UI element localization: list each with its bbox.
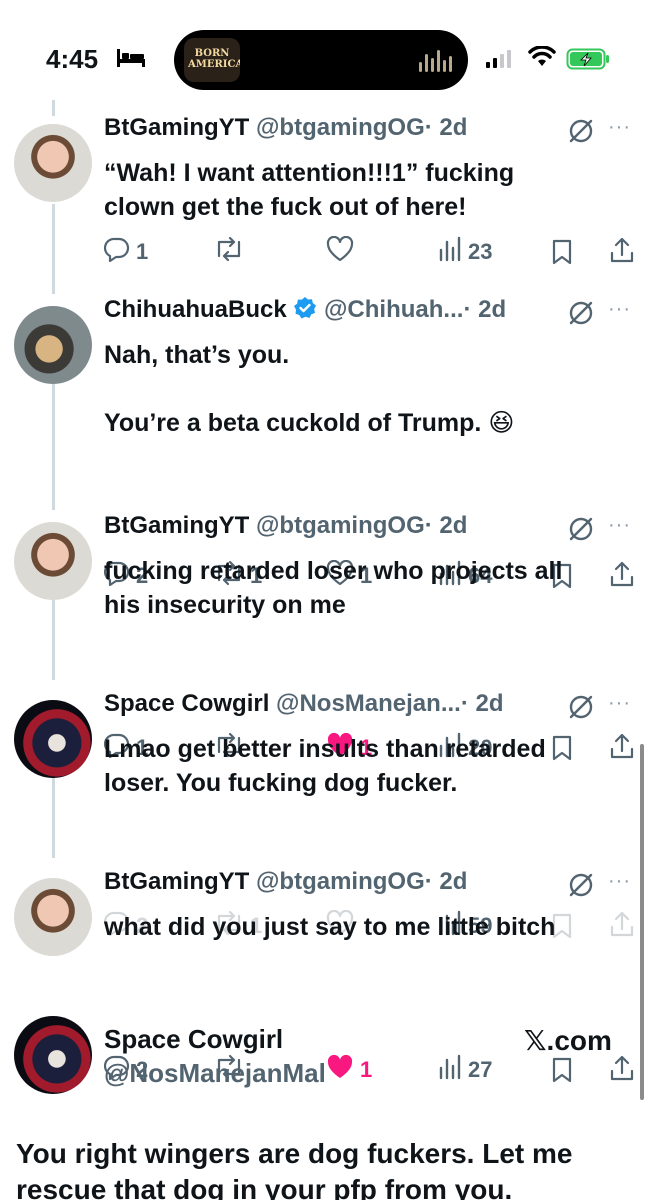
audio-waveform-icon: [419, 48, 452, 72]
card-post-text: You right wingers are dog fuckers. Let m…: [16, 1138, 573, 1200]
tweet-text: Lmao get better insults than retarded lo…: [104, 735, 546, 797]
tweet[interactable]: Space Cowgirl @NosManejan...· 2d ··· Lmao …: [0, 684, 649, 939]
author-handle[interactable]: @NosManejan...: [276, 690, 461, 717]
avatar[interactable]: [14, 124, 92, 202]
avatar[interactable]: [14, 700, 92, 778]
reply-count: 1: [136, 239, 149, 264]
like-icon: [326, 1054, 354, 1086]
post-time[interactable]: · 2d: [461, 690, 504, 717]
tweet-actions: 1 23: [103, 235, 636, 271]
x-watermark: 𝕏.com: [524, 1025, 612, 1056]
tweet-text: what did you just say to me little bitch: [104, 913, 556, 941]
scrollbar[interactable]: [640, 744, 644, 1100]
tweet-header: BtGamingYT @btgamingOG· 2d: [104, 114, 467, 142]
more-icon[interactable]: ···: [608, 870, 631, 893]
signal-icon: [486, 48, 511, 68]
more-icon[interactable]: ···: [608, 298, 631, 321]
repost-icon: [214, 236, 244, 268]
bookmark-icon[interactable]: [550, 1056, 574, 1089]
card-author-handle[interactable]: @NosManejanMal: [104, 1058, 326, 1089]
like-button[interactable]: 1: [326, 1054, 372, 1086]
avatar[interactable]: [14, 522, 92, 600]
bed-icon: [117, 49, 145, 67]
status-time: 4:45: [46, 44, 99, 74]
tweet[interactable]: BtGamingYT @btgamingOG· 2d ··· “Wah! I wan…: [0, 110, 649, 300]
tweet-header: BtGamingYT @btgamingOG· 2d: [104, 512, 467, 540]
tweet[interactable]: BtGamingYT @btgamingOG· 2d ··· what did yo…: [0, 862, 649, 1083]
dynamic-island[interactable]: BORN AMERICAN: [174, 30, 468, 90]
artwork-text: BORN AMERICAN: [188, 48, 240, 70]
post-time[interactable]: · 2d: [463, 296, 506, 323]
author-handle[interactable]: @btgamingOG: [256, 114, 425, 141]
bookmark-icon[interactable]: [550, 238, 574, 271]
grok-icon[interactable]: [566, 692, 596, 727]
tweet-text: “Wah! I want attention!!!1” fucking clow…: [104, 159, 515, 221]
views-button[interactable]: 23: [438, 236, 492, 268]
status-bar: 4:45 BORN AMERICAN: [0, 0, 649, 110]
author-handle[interactable]: @btgamingOG: [256, 512, 425, 539]
views-count: 27: [468, 1057, 493, 1082]
author-handle[interactable]: @Chihuah...: [324, 296, 463, 323]
tweet-text: fucking retarded loser who projects all …: [104, 557, 563, 619]
post-time[interactable]: · 2d: [425, 114, 468, 141]
like-count: 1: [360, 1057, 373, 1082]
author-name[interactable]: BtGamingYT: [104, 512, 249, 539]
tweet-text: Nah, that’s you. You’re a beta cuckold o…: [104, 341, 515, 437]
more-icon[interactable]: ···: [608, 692, 631, 715]
author-name[interactable]: BtGamingYT: [104, 868, 249, 895]
more-icon[interactable]: ···: [608, 514, 631, 537]
tweet[interactable]: BtGamingYT @btgamingOG· 2d ··· fucking ret…: [0, 506, 649, 761]
post-time[interactable]: · 2d: [425, 868, 468, 895]
card-author-name[interactable]: Space Cowgirl: [104, 1024, 283, 1055]
tweet-header: BtGamingYT @btgamingOG· 2d: [104, 868, 467, 896]
tweet-header: Space Cowgirl @NosManejan...· 2d: [104, 690, 504, 718]
share-icon[interactable]: [608, 1054, 636, 1087]
views-icon: [438, 236, 462, 268]
repost-button[interactable]: [214, 236, 250, 268]
author-name[interactable]: Space Cowgirl: [104, 690, 269, 717]
views-icon: [438, 1054, 462, 1086]
avatar[interactable]: [14, 306, 92, 384]
grok-icon[interactable]: [566, 298, 596, 333]
post-time[interactable]: · 2d: [425, 512, 468, 539]
views-count: 23: [468, 239, 493, 264]
like-icon: [326, 235, 354, 268]
tweet-header: ChihuahuaBuck @Chihuah...· 2d: [104, 296, 506, 324]
more-icon[interactable]: ···: [608, 116, 631, 139]
now-playing-artwork: BORN AMERICAN: [184, 38, 240, 82]
views-button[interactable]: 27: [438, 1054, 492, 1086]
grok-icon[interactable]: [566, 870, 596, 905]
author-name[interactable]: ChihuahuaBuck: [104, 296, 287, 323]
author-name[interactable]: BtGamingYT: [104, 114, 249, 141]
grok-icon[interactable]: [566, 514, 596, 549]
author-handle[interactable]: @btgamingOG: [256, 868, 425, 895]
like-button[interactable]: [326, 235, 360, 268]
avatar[interactable]: [14, 1016, 92, 1094]
reply-button[interactable]: 1: [103, 236, 149, 268]
grok-icon[interactable]: [566, 116, 596, 151]
wifi-icon: [528, 46, 556, 66]
tweet[interactable]: ChihuahuaBuck @Chihuah...· 2d ··· Nah, tha…: [0, 290, 649, 589]
share-icon[interactable]: [608, 236, 636, 269]
avatar[interactable]: [14, 878, 92, 956]
reply-icon: [103, 236, 130, 268]
battery-icon: [566, 48, 609, 70]
verified-icon: [294, 297, 317, 319]
